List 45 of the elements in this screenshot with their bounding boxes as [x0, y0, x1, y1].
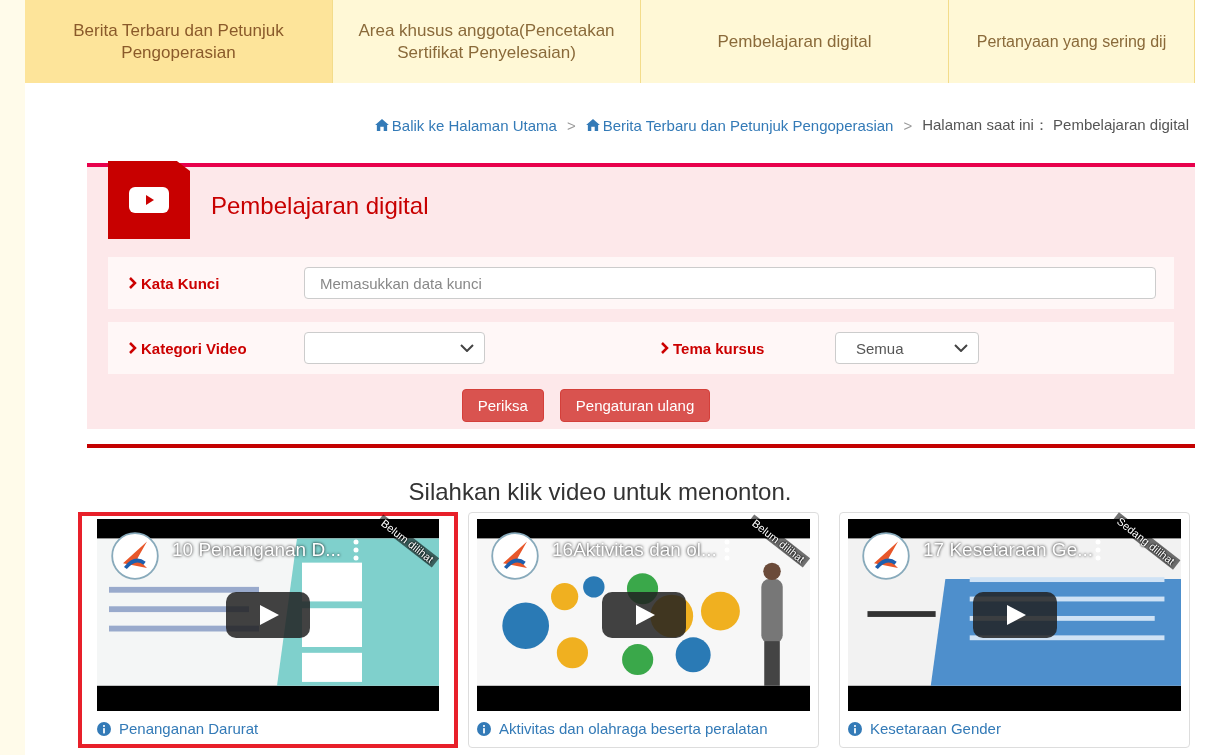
nav-tab[interactable]: Pertanyaan yang sering dij	[949, 0, 1195, 83]
field-label: Kategori Video	[108, 339, 282, 357]
info-icon	[848, 721, 862, 736]
field-label: Kata Kunci	[108, 274, 282, 292]
form-button[interactable]: Periksa	[461, 389, 544, 422]
video-link[interactable]: Kesetaraan Gender	[848, 720, 1181, 737]
theme-select[interactable]: Semua	[835, 332, 979, 364]
breadcrumb-link[interactable]: Berita Terbaru dan Petunjuk Pengoperasian	[585, 116, 894, 134]
video-title: 10 Penanganan D...	[172, 539, 342, 561]
channel-logo-icon	[491, 532, 539, 580]
breadcrumb-separator: >	[566, 116, 576, 134]
breadcrumb-current: Halaman saat ini： Pembelajaran digital	[922, 115, 1189, 135]
video-link[interactable]: Aktivitas dan olahraga beserta peralatan	[477, 720, 810, 737]
nav-tab[interactable]: Area khusus anggota(Pencetakan Sertifikat Penyelesaian)	[333, 0, 641, 83]
caret-icon	[460, 344, 474, 352]
chevron-icon	[129, 277, 137, 289]
video-title: 17 Kesetaraan Ge...	[923, 539, 1094, 561]
chevron-icon	[129, 342, 137, 354]
more-icon[interactable]	[724, 539, 730, 561]
breadcrumb-separator: >	[903, 116, 913, 134]
keyword-field[interactable]: Memasukkan data kunci	[304, 267, 1156, 299]
more-icon[interactable]	[353, 539, 359, 561]
nav-tab[interactable]: Berita Terbaru dan Petunjuk Pengoperasian	[25, 0, 333, 83]
info-icon	[477, 721, 491, 736]
chevron-icon	[661, 342, 669, 354]
caret-icon	[954, 344, 968, 352]
panel-title: Pembelajaran digital	[211, 192, 429, 220]
info-icon	[97, 721, 111, 736]
breadcrumb-link[interactable]: Balik ke Halaman Utama	[374, 116, 557, 134]
channel-logo-icon	[862, 532, 910, 580]
channel-logo-icon	[111, 532, 159, 580]
home-icon	[374, 119, 389, 131]
home-icon	[585, 119, 600, 131]
form-button[interactable]: Pengaturan ulang	[559, 389, 711, 422]
play-icon[interactable]	[601, 592, 686, 638]
section-heading: Silahkan klik video untuk menonton.	[407, 478, 793, 506]
video-link[interactable]: Penanganan Darurat	[97, 720, 439, 737]
field-label: Tema kursus	[661, 339, 835, 357]
play-icon[interactable]	[972, 592, 1057, 638]
more-icon[interactable]	[1095, 539, 1101, 561]
video-title: 16Aktivitas dan ol...	[552, 539, 717, 561]
play-icon[interactable]	[226, 592, 310, 638]
nav-tab[interactable]: Pembelajaran digital	[641, 0, 949, 83]
play-icon	[128, 187, 170, 213]
category-select[interactable]	[304, 332, 485, 364]
